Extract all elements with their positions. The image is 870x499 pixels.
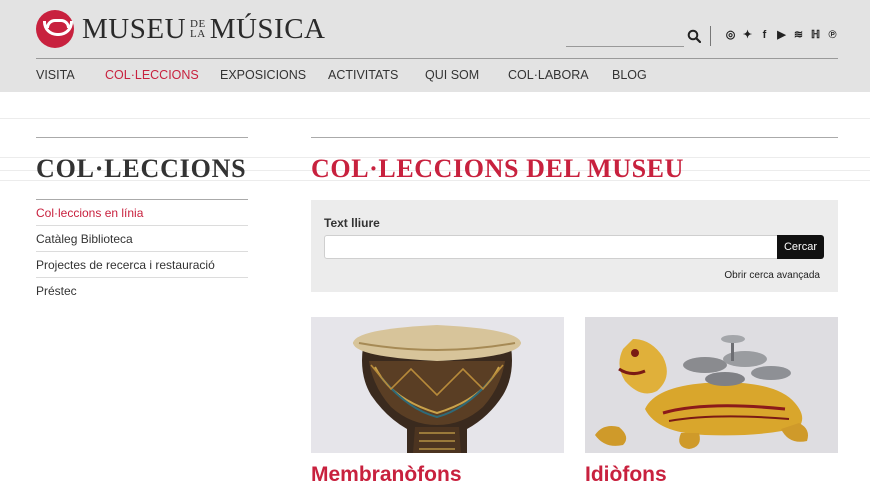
social-links: ◎ ✦ f ▶ ≋ ℍ ℗ — [724, 28, 839, 42]
instagram-icon[interactable]: ◎ — [724, 28, 737, 41]
page-title: COL·LECCIONS DEL MUSEU — [311, 154, 684, 183]
card-title-membranofons[interactable]: Membranòfons — [311, 463, 564, 487]
sidebar-item-projectes-recerca[interactable]: Projectes de recerca i restauració — [36, 252, 248, 278]
header-search-input[interactable] — [566, 46, 684, 47]
logo-word-musica: MÚSICA — [209, 12, 326, 45]
nav-item-colleccions[interactable]: COL·LECCIONS — [105, 68, 199, 82]
twitter-icon[interactable]: ✦ — [741, 28, 754, 41]
sidebar-item-colleccions-en-linia[interactable]: Col·leccions en línia — [36, 200, 248, 226]
advanced-search-link[interactable]: Obrir cerca avançada — [724, 270, 820, 281]
sidebar-title: COL·LECCIONS — [36, 154, 247, 183]
site-logo[interactable]: MUSEU DE LA MÚSICA — [36, 10, 326, 48]
search-button[interactable]: Cercar — [777, 235, 824, 259]
nav-item-exposicions[interactable]: EXPOSICIONS — [220, 68, 306, 82]
collection-search-panel: Text lliure Cercar Obrir cerca avançada — [311, 200, 838, 292]
turtle-cymbals-illustration — [585, 317, 838, 453]
nav-item-blog[interactable]: BLOG — [612, 68, 647, 82]
main-top-rule — [311, 137, 838, 138]
sidebar-item-cataleg-biblioteca[interactable]: Catàleg Biblioteca — [36, 226, 248, 252]
collection-card-membranofons[interactable]: Membranòfons — [311, 317, 564, 487]
sidebar-top-rule — [36, 137, 248, 138]
youtube-icon[interactable]: ▶ — [775, 28, 788, 41]
logo-wordmark: MUSEU DE LA MÚSICA — [82, 13, 326, 46]
header-divider — [710, 26, 711, 46]
free-text-search-input[interactable] — [324, 235, 778, 259]
card-title-idiofons[interactable]: Idiòfons — [585, 463, 838, 487]
search-icon[interactable] — [687, 29, 701, 43]
logo-word-dela: DE LA — [190, 19, 206, 40]
membranofons-image[interactable] — [311, 317, 564, 453]
nav-item-qui-som[interactable]: QUI SOM — [425, 68, 479, 82]
background-guide-line — [0, 118, 870, 119]
facebook-icon[interactable]: f — [758, 28, 771, 41]
free-text-label: Text lliure — [324, 216, 380, 230]
site-header: MUSEU DE LA MÚSICA ◎ ✦ f ▶ ≋ ℍ ℗ VISITA … — [0, 0, 870, 92]
sidebar-item-prestec[interactable]: Préstec — [36, 278, 248, 304]
logo-mark-icon — [36, 10, 74, 48]
drum-illustration — [311, 317, 564, 453]
logo-word-la: LA — [190, 28, 206, 40]
nav-item-activitats[interactable]: ACTIVITATS — [328, 68, 398, 82]
sidebar-menu: Col·leccions en línia Catàleg Biblioteca… — [36, 200, 248, 304]
collection-card-idiofons[interactable]: Idiòfons — [585, 317, 838, 487]
houzz-icon[interactable]: ℍ — [809, 28, 822, 41]
nav-item-visita[interactable]: VISITA — [36, 68, 75, 82]
idiofons-image[interactable] — [585, 317, 838, 453]
spotify-icon[interactable]: ≋ — [792, 28, 805, 41]
pinterest-icon[interactable]: ℗ — [826, 28, 839, 41]
nav-item-collabora[interactable]: COL·LABORA — [508, 68, 589, 82]
nav-divider — [36, 58, 838, 59]
logo-word-museu: MUSEU — [82, 12, 187, 45]
